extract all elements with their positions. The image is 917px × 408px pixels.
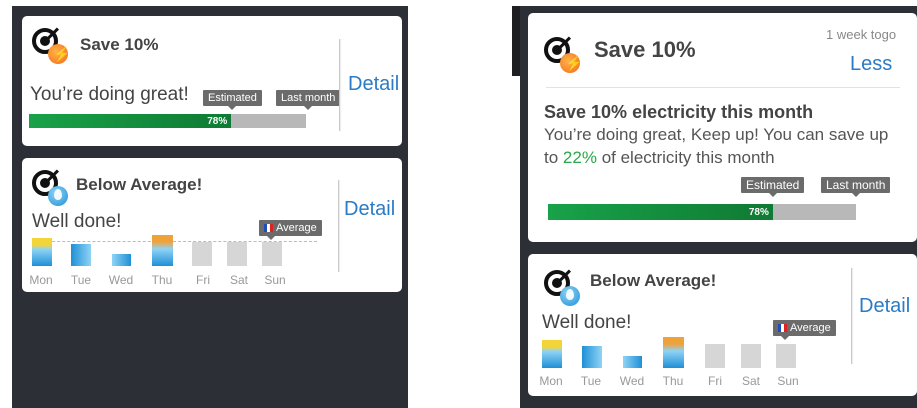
savings-progress-bar: 78% (29, 114, 306, 128)
bar-tue (582, 346, 602, 368)
savings-highlight: 22% (562, 148, 597, 167)
bar-mon (32, 238, 52, 266)
progress-fill (548, 204, 773, 220)
bar-thu (663, 337, 684, 368)
day-label-tue: Tue (70, 273, 92, 287)
save-goal-card[interactable]: ⚡ Save 10% You’re doing great! Estimated… (22, 16, 402, 146)
estimated-tag: Estimated (203, 90, 262, 110)
bar-sun (262, 242, 282, 266)
bolt-icon: ⚡ (560, 53, 582, 73)
bar-fri (192, 242, 212, 266)
usage-average-card[interactable]: Below Average! Well done! Average Mon Tu… (528, 254, 917, 396)
last-month-tag: Last month (821, 177, 891, 197)
collapsed-view-screen: ⚡ Save 10% You’re doing great! Estimated… (12, 6, 408, 408)
bar-mon (542, 340, 562, 368)
progress-percent: 78% (748, 206, 769, 218)
detail-link[interactable]: Detail (348, 73, 399, 96)
bar-sat (741, 344, 761, 368)
day-label-fri: Fri (196, 273, 210, 287)
card-divider (339, 39, 340, 131)
day-label-sun: Sun (777, 374, 799, 388)
card-divider (851, 268, 852, 364)
goal-message-line1: You’re doing great, Keep up! You can sav… (544, 125, 889, 144)
day-label-thu: Thu (151, 273, 173, 287)
bar-wed (112, 254, 131, 266)
card-title: Save 10% (80, 35, 159, 54)
detail-link[interactable]: Detail (344, 198, 395, 221)
bar-thu (152, 235, 173, 266)
less-link[interactable]: Less (850, 53, 892, 76)
bar-wed (623, 356, 642, 368)
window-edge (512, 6, 520, 76)
message-suffix: of electricity this month (601, 148, 775, 167)
day-label-sat: Sat (229, 273, 248, 287)
header-divider (546, 87, 900, 88)
message-prefix: to (544, 148, 559, 167)
day-label-mon: Mon (539, 374, 563, 388)
estimated-tag: Estimated (741, 177, 805, 197)
goal-heading: Save 10% electricity this month (544, 102, 814, 122)
savings-progress-bar: 78% (548, 204, 856, 220)
weekly-usage-bars (22, 158, 402, 292)
day-label-sat: Sat (741, 374, 760, 388)
progress-percent: 78% (207, 115, 228, 127)
goal-icon-group: ⚡ (544, 36, 584, 77)
day-label-tue: Tue (580, 374, 602, 388)
goal-message-line2: to 22% of electricity this month (544, 148, 775, 168)
status-message: You’re doing great! (30, 84, 189, 105)
bar-fri (705, 344, 725, 368)
day-label-mon: Mon (29, 273, 53, 287)
day-label-sun: Sun (264, 273, 286, 287)
day-label-fri: Fri (708, 374, 722, 388)
card-title: Save 10% (594, 37, 696, 62)
expanded-view-screen: ⚡ Save 10% 1 week togo Less Save 10% ele… (520, 6, 917, 408)
usage-average-card[interactable]: Below Average! Well done! Average Mon Tu… (22, 158, 402, 292)
bar-sun (776, 344, 796, 368)
day-label-wed: Wed (619, 374, 645, 388)
day-label-thu: Thu (662, 374, 684, 388)
time-remaining: 1 week togo (826, 27, 897, 42)
bar-tue (71, 244, 91, 266)
goal-icon-group: ⚡ (32, 27, 72, 68)
last-month-tag: Last month (276, 90, 341, 110)
bolt-icon: ⚡ (48, 44, 70, 64)
progress-fill (29, 114, 232, 128)
day-label-wed: Wed (108, 273, 134, 287)
bar-sat (227, 242, 247, 266)
card-divider (338, 180, 339, 272)
detail-link[interactable]: Detail (859, 295, 910, 318)
save-goal-card-expanded[interactable]: ⚡ Save 10% 1 week togo Less Save 10% ele… (528, 13, 917, 242)
